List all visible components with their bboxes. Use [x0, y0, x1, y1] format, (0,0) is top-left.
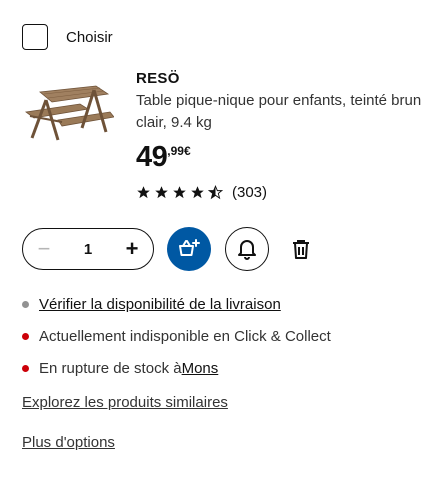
notify-button[interactable]	[225, 227, 269, 271]
product-description: Table pique-nique pour enfants, teinté b…	[136, 92, 422, 131]
trash-icon	[293, 240, 309, 259]
status-dot-grey	[22, 300, 29, 308]
select-row[interactable]: Choisir	[22, 24, 113, 50]
product-image[interactable]	[22, 82, 115, 148]
bell-icon	[238, 240, 256, 260]
select-checkbox[interactable]	[22, 24, 48, 50]
increase-quantity-button[interactable]: +	[123, 238, 141, 260]
rating-count: (303)	[232, 184, 268, 201]
quantity-stepper[interactable]: − 1 +	[22, 228, 154, 270]
delivery-status: Vérifier la disponibilité de la livraiso…	[22, 288, 331, 320]
quantity-value[interactable]: 1	[84, 241, 92, 258]
availability-list: Vérifier la disponibilité de la livraiso…	[22, 288, 331, 384]
select-label: Choisir	[66, 28, 113, 46]
status-dot-red	[22, 332, 29, 340]
product-rating[interactable]: (303)	[136, 184, 426, 201]
click-collect-text: Actuellement indisponible en Click & Col…	[39, 327, 331, 345]
half-star-icon	[208, 185, 223, 200]
product-info: RESÖ Table pique-nique pour enfants, tei…	[136, 69, 426, 201]
star-icon	[173, 186, 186, 199]
product-price: 49 ,99€	[136, 140, 426, 174]
delete-button[interactable]	[289, 237, 313, 261]
star-icon	[191, 186, 204, 199]
star-icon	[155, 186, 168, 199]
store-stock-text: En rupture de stock à	[39, 359, 182, 377]
add-to-cart-button[interactable]	[167, 227, 211, 271]
check-delivery-link[interactable]: Vérifier la disponibilité de la livraiso…	[39, 296, 281, 313]
add-to-cart-icon	[179, 239, 200, 256]
decrease-quantity-button[interactable]: −	[35, 238, 53, 260]
more-options-link[interactable]: Plus d'options	[22, 434, 115, 451]
status-dot-red	[22, 364, 29, 372]
similar-products-link[interactable]: Explorez les produits similaires	[22, 394, 228, 411]
actions-row: − 1 +	[22, 227, 313, 271]
product-name[interactable]: RESÖ	[136, 69, 426, 89]
picnic-table-image	[24, 85, 115, 141]
price-integer: 49	[136, 141, 168, 173]
rating-stars	[136, 185, 223, 200]
price-decimal: ,99€	[167, 144, 191, 158]
store-link[interactable]: Mons	[182, 360, 219, 377]
star-icon	[137, 186, 150, 199]
store-stock-status: En rupture de stock à Mons	[22, 352, 331, 384]
click-collect-status: Actuellement indisponible en Click & Col…	[22, 320, 331, 352]
